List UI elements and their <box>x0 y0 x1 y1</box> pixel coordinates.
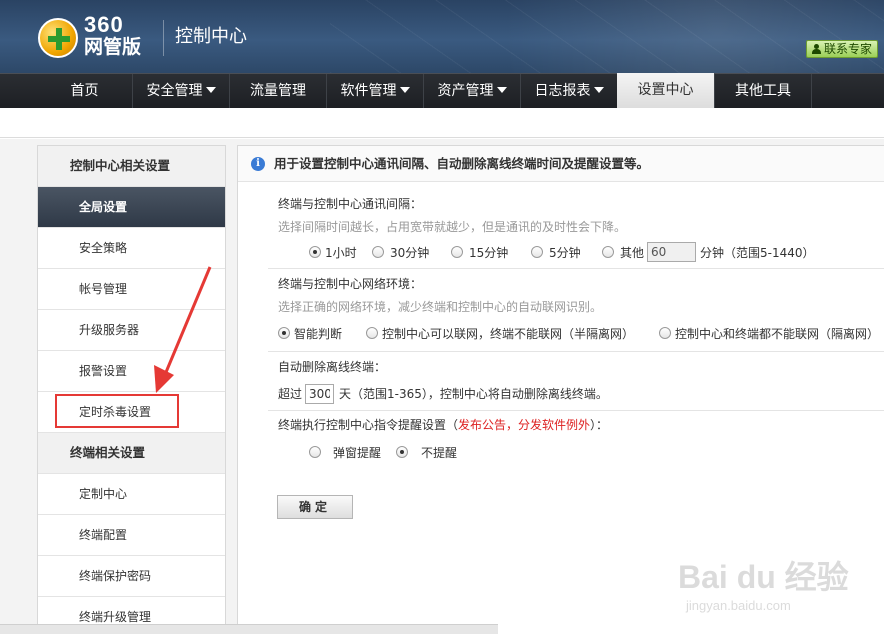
interval-label-5m: 5分钟 <box>549 246 581 260</box>
network-hint: 选择正确的网络环境，减少终端和控制中心的自动联网识别。 <box>278 300 603 314</box>
interval-radio-5m[interactable] <box>531 246 543 258</box>
logo: 360 网管版 <box>38 14 150 60</box>
reminder-label-popup: 弹窗提醒 <box>333 446 382 460</box>
sidebar-group-terminal: 终端相关设置 <box>38 433 225 474</box>
interval-label-1h: 1小时 <box>325 246 357 260</box>
nav-home[interactable]: 首页 <box>37 74 132 108</box>
network-radio-semi-isolated[interactable] <box>366 327 378 339</box>
offline-delete-suffix: 天（范围1-365），控制中心将自动删除离线终端。 <box>339 387 608 401</box>
page-title: 控制中心 <box>175 26 247 47</box>
offline-delete-prefix: 超过 <box>278 387 303 401</box>
red-arrow-annotation <box>154 266 212 393</box>
nav-security[interactable]: 安全管理 <box>133 74 229 108</box>
network-label-semi-isolated: 控制中心可以联网，终端不能联网（半隔离网） <box>382 327 635 341</box>
reminder-radio-none[interactable] <box>396 446 408 458</box>
reminder-title: 终端执行控制中心指令提醒设置（发布公告，分发软件例外）： <box>278 418 609 432</box>
interval-label-other: 其他 <box>620 246 645 260</box>
horizontal-scrollbar[interactable] <box>0 624 498 634</box>
reminder-radio-popup[interactable] <box>309 446 321 458</box>
sidebar-item-terminal-config[interactable]: 终端配置 <box>38 515 225 556</box>
divider <box>268 268 884 269</box>
info-text: 用于设置控制中心通讯间隔、自动删除离线终端时间及提醒设置等。 <box>274 156 650 171</box>
nav-other-tools[interactable]: 其他工具 <box>715 74 811 108</box>
network-label-smart: 智能判断 <box>294 327 343 341</box>
sub-bar <box>0 108 884 138</box>
interval-radio-other[interactable] <box>602 246 614 258</box>
sidebar-item-global-settings[interactable]: 全局设置 <box>38 187 225 228</box>
network-radio-smart[interactable] <box>278 327 290 339</box>
interval-radio-1h[interactable] <box>309 246 321 258</box>
nav-assets[interactable]: 资产管理 <box>424 74 520 108</box>
sidebar-item-custom-center[interactable]: 定制中心 <box>38 474 225 515</box>
app-header: 360 网管版 控制中心 联系专家 <box>0 0 884 73</box>
nav-settings[interactable]: 设置中心 <box>617 73 714 109</box>
watermark-sub: jingyan.baidu.com <box>686 598 791 613</box>
info-icon: i <box>251 157 265 171</box>
header-divider <box>163 20 164 56</box>
nav-traffic[interactable]: 流量管理 <box>230 74 326 108</box>
interval-label-30m: 30分钟 <box>390 246 430 260</box>
logo-number: 360 <box>84 12 124 37</box>
highlight-box <box>55 394 179 428</box>
interval-hint: 选择间隔时间越长，占用宽带就越少，但是通讯的及时性会下降。 <box>278 220 627 234</box>
interval-radio-15m[interactable] <box>451 246 463 258</box>
divider <box>268 351 884 352</box>
watermark-main: Bai du 经验 <box>678 559 849 595</box>
confirm-button[interactable]: 确定 <box>277 495 353 519</box>
reminder-label-none: 不提醒 <box>421 446 458 460</box>
watermark: Bai du 经验 jingyan.baidu.com <box>678 540 878 630</box>
sidebar-item-terminal-password[interactable]: 终端保护密码 <box>38 556 225 597</box>
chevron-down-icon <box>399 87 410 93</box>
user-icon <box>811 44 821 54</box>
network-title: 终端与控制中心网络环境： <box>278 277 423 291</box>
logo-name: 网管版 <box>84 36 142 58</box>
header-pattern <box>330 0 884 73</box>
info-bar: i 用于设置控制中心通讯间隔、自动删除离线终端时间及提醒设置等。 <box>238 146 884 182</box>
interval-label-15m: 15分钟 <box>469 246 509 260</box>
network-label-isolated: 控制中心和终端都不能联网（隔离网） <box>675 327 880 341</box>
shield-plus-icon <box>38 18 78 58</box>
main-nav: 首页 安全管理 流量管理 软件管理 资产管理 日志报表 设置中心 其他工具 <box>0 73 884 109</box>
nav-logs[interactable]: 日志报表 <box>521 74 617 108</box>
nav-software[interactable]: 软件管理 <box>327 74 423 108</box>
divider <box>268 410 884 411</box>
chevron-down-icon <box>593 87 604 93</box>
offline-delete-title: 自动删除离线终端： <box>278 360 387 374</box>
sidebar-item-security-policy[interactable]: 安全策略 <box>38 228 225 269</box>
offline-days-input[interactable] <box>305 384 334 404</box>
network-radio-isolated[interactable] <box>659 327 671 339</box>
chevron-down-icon <box>205 87 216 93</box>
interval-custom-input[interactable] <box>647 242 696 262</box>
sidebar-group-control-center: 控制中心相关设置 <box>38 146 225 187</box>
contact-expert-label: 联系专家 <box>823 42 872 56</box>
interval-title: 终端与控制中心通讯间隔： <box>278 197 423 211</box>
interval-radio-30m[interactable] <box>372 246 384 258</box>
contact-expert-button[interactable]: 联系专家 <box>806 40 878 58</box>
interval-custom-suffix: 分钟（范围5-1440） <box>700 246 815 260</box>
chevron-down-icon <box>496 87 507 93</box>
